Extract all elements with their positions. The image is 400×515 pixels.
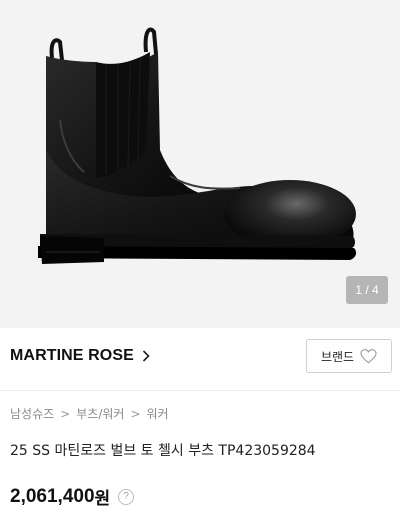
brand-row: MARTINE ROSE 브랜드 (0, 328, 400, 390)
price-row: 2,061,400 원 ? (10, 484, 135, 509)
brand-link[interactable]: MARTINE ROSE (10, 347, 150, 365)
product-title: 25 SS 마틴로즈 벌브 토 첼시 부츠 TP423059284 (10, 443, 316, 459)
boot-image (38, 27, 357, 264)
breadcrumb-separator: > (130, 406, 141, 421)
heart-outline-icon (360, 348, 377, 363)
product-price: 2,061,400 (10, 485, 95, 507)
divider (0, 390, 400, 391)
product-image-gallery[interactable]: 1 / 4 (0, 0, 400, 328)
chevron-right-icon (142, 350, 150, 362)
breadcrumb-item-walker[interactable]: 워커 (147, 405, 169, 422)
brand-name: MARTINE ROSE (10, 347, 134, 364)
image-counter: 1 / 4 (346, 276, 388, 304)
breadcrumb-separator: > (60, 406, 71, 421)
brand-button-label: 브랜드 (320, 349, 355, 364)
price-unit: 원 (94, 489, 111, 509)
breadcrumb: 남성슈즈 > 부츠/워커 > 워커 (10, 405, 169, 422)
breadcrumb-item-mens-shoes[interactable]: 남성슈즈 (10, 405, 54, 422)
help-icon[interactable]: ? (118, 488, 135, 505)
breadcrumb-item-boots-walker[interactable]: 부츠/워커 (76, 405, 124, 422)
brand-like-button[interactable]: 브랜드 (306, 339, 392, 373)
